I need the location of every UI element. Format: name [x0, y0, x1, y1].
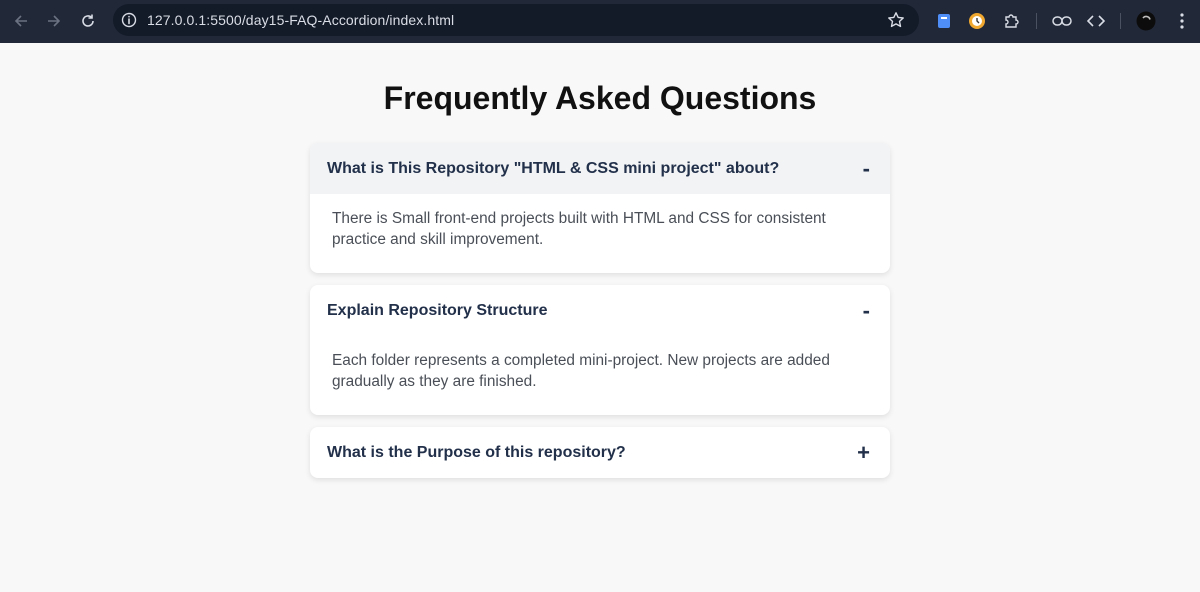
reload-icon: [82, 14, 94, 27]
kebab-menu-icon: [1180, 13, 1184, 29]
toolbar-separator: [1036, 13, 1037, 29]
faq-question: What is the Purpose of this repository?: [327, 443, 626, 461]
puzzle-icon: [1005, 14, 1019, 28]
back-arrow-icon: [14, 15, 27, 27]
document-extension-button[interactable]: [934, 11, 954, 31]
code-button[interactable]: [1086, 11, 1106, 31]
faq-question-header[interactable]: What is This Repository "HTML & CSS mini…: [310, 143, 890, 194]
info-icon[interactable]: [121, 12, 137, 28]
faq-answer: There is Small front-end projects built …: [332, 210, 826, 248]
faq-question: Explain Repository Structure: [327, 301, 548, 319]
star-icon[interactable]: [887, 11, 905, 29]
clock-extension-icon: [969, 13, 985, 29]
profile-avatar-icon: [1136, 11, 1156, 31]
faq-item: What is This Repository "HTML & CSS mini…: [310, 143, 890, 273]
clock-extension-button[interactable]: [967, 11, 987, 31]
address-bar[interactable]: 127.0.0.1:5500/day15-FAQ-Accordion/index…: [113, 4, 919, 36]
back-button[interactable]: [4, 4, 38, 38]
faq-item: Explain Repository Structure - Each fold…: [310, 285, 890, 415]
faq-question-header[interactable]: What is the Purpose of this repository? …: [310, 427, 890, 478]
forward-button[interactable]: [37, 4, 71, 38]
faq-question-header[interactable]: Explain Repository Structure -: [310, 285, 890, 336]
collapse-toggle[interactable]: -: [863, 157, 870, 180]
browser-toolbar: 127.0.0.1:5500/day15-FAQ-Accordion/index…: [0, 0, 1200, 43]
reload-button[interactable]: [71, 4, 105, 38]
faq-question: What is This Repository "HTML & CSS mini…: [327, 159, 780, 177]
collapse-toggle[interactable]: -: [863, 299, 870, 322]
extensions-button[interactable]: [1002, 11, 1022, 31]
forward-arrow-icon: [48, 15, 61, 27]
code-icon: [1087, 15, 1105, 27]
page-title: Frequently Asked Questions: [383, 80, 817, 116]
url-text: 127.0.0.1:5500/day15-FAQ-Accordion/index…: [147, 12, 455, 28]
profile-button[interactable]: [1136, 11, 1156, 31]
menu-button[interactable]: [1172, 11, 1192, 31]
faq-answer: Each folder represents a completed mini-…: [332, 352, 830, 390]
faq-item: What is the Purpose of this repository? …: [310, 427, 890, 478]
link-button[interactable]: [1052, 11, 1072, 31]
link-icon: [1052, 16, 1072, 26]
toolbar-separator: [1120, 13, 1121, 29]
expand-toggle[interactable]: +: [857, 441, 870, 464]
document-extension-icon: [938, 14, 950, 28]
